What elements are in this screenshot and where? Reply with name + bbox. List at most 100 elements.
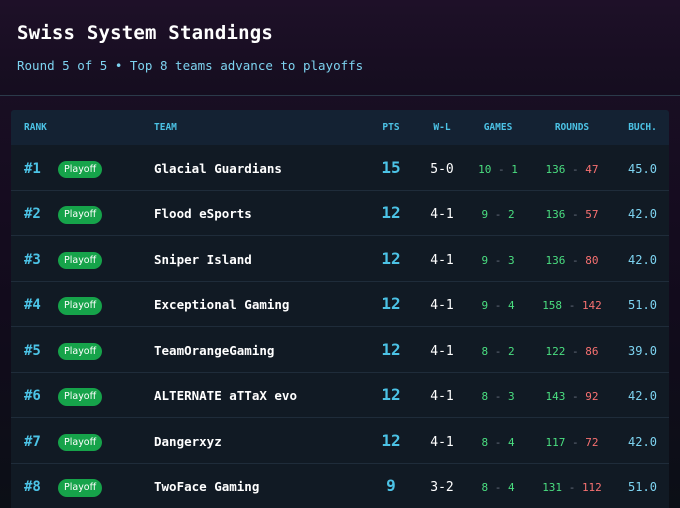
rounds-won: 136 <box>545 253 566 267</box>
points-value: 12 <box>381 248 401 268</box>
page-title: Swiss System Standings <box>17 22 274 44</box>
rounds-won: 131 <box>542 481 563 495</box>
buch-cell: 42.0 <box>616 385 669 404</box>
pts-cell: 12 <box>366 203 416 222</box>
team-name[interactable]: Sniper Island <box>154 252 252 267</box>
col-header-buch[interactable]: BUCH. <box>616 122 669 133</box>
wl-cell: 4-1 <box>416 385 468 404</box>
rounds-cell: 136 - 80 <box>528 249 616 268</box>
games-cell: 9 - 4 <box>468 294 528 313</box>
team-cell: TwoFace Gaming <box>154 476 366 495</box>
rounds-lost: 47 <box>585 162 599 176</box>
rank-value: #5 <box>24 342 41 359</box>
col-header-pts[interactable]: PTS <box>366 122 416 133</box>
games-cell: 10 - 1 <box>468 158 528 177</box>
table-row[interactable]: #4 Playoff Exceptional Gaming 12 4-1 9 -… <box>11 281 669 327</box>
team-name[interactable]: Dangerxyz <box>154 434 222 449</box>
team-name[interactable]: Glacial Guardians <box>154 161 282 176</box>
team-name[interactable]: TwoFace Gaming <box>154 479 259 494</box>
col-header-games[interactable]: GAMES <box>468 122 528 133</box>
buch-cell: 42.0 <box>616 249 669 268</box>
rounds-lost: 112 <box>581 481 602 495</box>
win-loss-value: 3-2 <box>430 480 454 496</box>
games-cell: 9 - 3 <box>468 249 528 268</box>
table-row[interactable]: #6 Playoff ALTERNATE aTTaX evo 12 4-1 8 … <box>11 372 669 418</box>
team-cell: TeamOrangeGaming <box>154 340 366 359</box>
win-loss-value: 4-1 <box>430 389 454 405</box>
rounds-separator: - <box>572 390 579 404</box>
col-header-rank[interactable]: RANK <box>11 122 58 133</box>
points-value: 12 <box>381 294 401 314</box>
badge-cell: Playoff <box>58 202 154 224</box>
rounds-cell: 122 - 86 <box>528 340 616 359</box>
rounds-separator: - <box>572 208 579 222</box>
team-name[interactable]: ALTERNATE aTTaX evo <box>154 388 297 403</box>
buch-cell: 42.0 <box>616 203 669 222</box>
buchholz-value: 42.0 <box>628 389 657 404</box>
badge-cell: Playoff <box>58 157 154 178</box>
buch-cell: 39.0 <box>616 340 669 359</box>
table-row[interactable]: #7 Playoff Dangerxyz 12 4-1 8 - 4 117 - … <box>11 418 669 464</box>
rounds-won: 117 <box>545 435 566 449</box>
rank-value: #3 <box>24 251 41 268</box>
rank-cell: #3 <box>11 249 58 268</box>
rank-cell: #2 <box>11 203 58 222</box>
team-name[interactable]: TeamOrangeGaming <box>154 343 274 358</box>
buch-cell: 45.0 <box>616 158 669 177</box>
games-separator: - <box>494 435 502 449</box>
col-header-rounds[interactable]: ROUNDS <box>528 122 616 133</box>
games-cell: 8 - 2 <box>468 340 528 359</box>
team-cell: Exceptional Gaming <box>154 294 366 313</box>
pts-cell: 12 <box>366 431 416 450</box>
games-lost: 4 <box>507 481 515 495</box>
games-separator: - <box>494 344 502 358</box>
team-name[interactable]: Exceptional Gaming <box>154 297 289 312</box>
wl-cell: 4-1 <box>416 203 468 222</box>
team-cell: Glacial Guardians <box>154 158 366 177</box>
win-loss-value: 4-1 <box>430 298 454 314</box>
playoff-badge: Playoff <box>58 433 103 451</box>
table-row[interactable]: #8 Playoff TwoFace Gaming 9 3-2 8 - 4 13… <box>11 463 669 508</box>
rank-cell: #6 <box>11 385 58 404</box>
table-row[interactable]: #2 Playoff Flood eSports 12 4-1 9 - 2 13… <box>11 190 669 236</box>
pts-cell: 12 <box>366 294 416 313</box>
pts-cell: 15 <box>366 158 416 177</box>
games-separator: - <box>494 299 502 313</box>
rank-value: #6 <box>24 388 41 405</box>
col-header-team[interactable]: TEAM <box>154 122 366 133</box>
games-lost: 2 <box>507 344 515 358</box>
playoff-badge: Playoff <box>58 342 103 360</box>
table-row[interactable]: #3 Playoff Sniper Island 12 4-1 9 - 3 13… <box>11 236 669 282</box>
rounds-separator: - <box>572 435 579 449</box>
badge-cell: Playoff <box>58 384 154 406</box>
badge-cell: Playoff <box>58 339 154 360</box>
rounds-lost: 57 <box>585 208 599 222</box>
team-cell: Flood eSports <box>154 203 366 222</box>
buchholz-value: 39.0 <box>628 343 657 358</box>
team-cell: ALTERNATE aTTaX evo <box>154 385 366 404</box>
team-name[interactable]: Flood eSports <box>154 206 252 221</box>
rounds-separator: - <box>568 481 576 495</box>
buchholz-value: 42.0 <box>628 434 657 449</box>
rank-cell: #4 <box>11 294 58 313</box>
games-won: 8 <box>481 435 489 449</box>
buch-cell: 51.0 <box>616 476 669 495</box>
rounds-won: 136 <box>545 162 566 176</box>
pts-cell: 12 <box>366 249 416 268</box>
rounds-cell: 158 - 142 <box>528 294 616 313</box>
buchholz-value: 51.0 <box>628 298 657 313</box>
points-value: 12 <box>381 430 401 450</box>
table-row[interactable]: #1 Playoff Glacial Guardians 15 5-0 10 -… <box>11 145 669 191</box>
wl-cell: 3-2 <box>416 476 468 495</box>
rounds-separator: - <box>568 299 576 313</box>
points-value: 12 <box>381 385 401 405</box>
games-separator: - <box>494 390 502 404</box>
rounds-separator: - <box>572 162 579 176</box>
col-header-wl[interactable]: W-L <box>416 122 468 133</box>
rounds-won: 158 <box>542 299 563 313</box>
wl-cell: 4-1 <box>416 340 468 359</box>
buchholz-value: 45.0 <box>628 161 657 176</box>
table-row[interactable]: #5 Playoff TeamOrangeGaming 12 4-1 8 - 2… <box>11 327 669 373</box>
rank-cell: #1 <box>11 158 58 177</box>
rounds-lost: 142 <box>581 299 602 313</box>
